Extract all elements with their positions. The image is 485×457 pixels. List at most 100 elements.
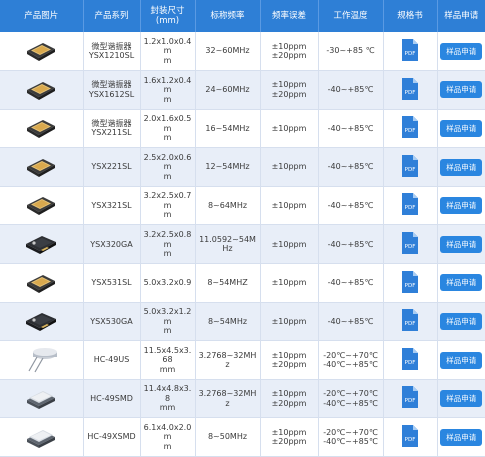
datasheet-cell: PDF [383, 32, 438, 72]
pdf-icon[interactable]: PDF [400, 231, 420, 255]
product-image-cell [0, 186, 84, 226]
datasheet-cell: PDF [383, 379, 438, 419]
nominal-frequency: 3.2768~32MH z [195, 340, 261, 380]
table-row: YSX221SL 2.5x2.0x0.6m m 12~54MHz ±10ppm -40~… [0, 147, 485, 187]
operating-temperature: -40~+85℃ [318, 147, 384, 187]
pdf-icon[interactable]: PDF [400, 115, 420, 139]
product-image[interactable] [21, 382, 61, 412]
product-image[interactable] [21, 228, 61, 258]
frequency-tolerance-value: ±10ppm [271, 239, 307, 249]
product-image[interactable] [21, 305, 61, 335]
product-series: YSX320GA [83, 224, 141, 265]
sample-request-cell: 样品申请 [437, 379, 485, 419]
header-frequency: 标称频率 [195, 0, 261, 32]
product-image[interactable] [21, 35, 61, 65]
sample-request-cell: 样品申请 [437, 302, 485, 342]
operating-temperature-value: -40~+85℃ [327, 278, 374, 288]
operating-temperature-value: -40℃~+85℃ [323, 398, 378, 408]
sample-request-button[interactable]: 样品申请 [440, 351, 483, 369]
pdf-icon[interactable]: PDF [400, 38, 420, 62]
frequency-tolerance: ±10ppm [260, 147, 319, 187]
pdf-icon[interactable]: PDF [400, 77, 420, 101]
frequency-tolerance-value: ±10ppm [271, 123, 307, 133]
pdf-icon[interactable]: PDF [400, 192, 420, 216]
sample-request-cell: 样品申请 [437, 417, 485, 457]
sample-request-button[interactable]: 样品申请 [440, 81, 483, 99]
table-row: HC-49SMD 11.4x4.8x3.8 mm 3.2768~32MH z ±10p… [0, 379, 485, 419]
product-image[interactable] [21, 151, 61, 181]
package-size: 5.0x3.2x1.2m m [140, 302, 196, 342]
nominal-frequency: 8~64MHz [195, 186, 261, 226]
datasheet-cell: PDF [383, 147, 438, 187]
package-size: 3.2x2.5x0.7m m [140, 186, 196, 226]
package-size: 6.1x4.0x2.0m m [140, 417, 196, 457]
sample-request-button[interactable]: 样品申请 [440, 274, 483, 292]
pdf-icon[interactable]: PDF [400, 270, 420, 294]
package-size: 1.2x1.0x0.4m m [140, 32, 196, 72]
sample-request-button[interactable]: 样品申请 [440, 42, 483, 60]
product-image[interactable] [21, 344, 61, 374]
frequency-tolerance-value: ±10ppm [271, 162, 307, 172]
operating-temperature: -20℃~+70℃ -40℃~+85℃ [318, 379, 384, 419]
pdf-icon[interactable]: PDF [400, 347, 420, 371]
product-image-cell [0, 32, 84, 72]
sample-request-button[interactable]: 样品申请 [440, 312, 483, 330]
frequency-tolerance-value: ±10ppm [271, 427, 307, 437]
product-image[interactable] [21, 421, 61, 451]
operating-temperature: -40~+85℃ [318, 224, 384, 265]
product-image[interactable] [21, 112, 61, 142]
package-size: 2.0x1.6x0.5m m [140, 109, 196, 149]
sample-request-button[interactable]: 样品申请 [440, 390, 483, 408]
sample-request-cell: 样品申请 [437, 224, 485, 265]
table-row: YSX530GA 5.0x3.2x1.2m m 8~54MHz ±10ppm -40~+… [0, 302, 485, 342]
operating-temperature: -30~+85 ℃ [318, 32, 384, 72]
sample-request-cell: 样品申请 [437, 186, 485, 226]
product-image-cell [0, 379, 84, 419]
operating-temperature-value: -40~+85℃ [327, 200, 374, 210]
svg-text:PDF: PDF [405, 128, 416, 134]
frequency-tolerance: ±10ppm ±20ppm [260, 32, 319, 72]
sample-request-button[interactable]: 样品申请 [440, 158, 483, 176]
svg-text:PDF: PDF [405, 398, 416, 404]
svg-text:PDF: PDF [405, 321, 416, 327]
sample-request-button[interactable]: 样品申请 [440, 428, 483, 446]
frequency-tolerance: ±10ppm ±20ppm [260, 379, 319, 419]
pdf-icon[interactable]: PDF [400, 424, 420, 448]
header-image: 产品图片 [0, 0, 84, 32]
header-temperature: 工作温度 [318, 0, 384, 32]
operating-temperature-value: -40~+85℃ [327, 239, 374, 249]
product-image[interactable] [21, 74, 61, 104]
frequency-tolerance: ±10ppm ±20ppm [260, 417, 319, 457]
pdf-icon[interactable]: PDF [400, 308, 420, 332]
product-series: 微型谐振器 YSX1612SL [83, 70, 141, 110]
frequency-tolerance-value: ±10ppm [271, 350, 307, 360]
operating-temperature-value: -30~+85 ℃ [326, 46, 375, 56]
frequency-tolerance: ±10ppm [260, 109, 319, 149]
frequency-tolerance: ±10ppm ±20ppm [260, 70, 319, 110]
product-series: 微型谐振器 YSX1210SL [83, 32, 141, 72]
operating-temperature: -40~+85℃ [318, 263, 384, 303]
frequency-tolerance-value: ±10ppm [271, 200, 307, 210]
nominal-frequency: 11.0592~54M Hz [195, 224, 261, 265]
sample-request-cell: 样品申请 [437, 263, 485, 303]
frequency-tolerance: ±10ppm [260, 302, 319, 342]
datasheet-cell: PDF [383, 109, 438, 149]
table-row: 微型谐振器 YSX211SL 2.0x1.6x0.5m m 16~54MHz ±10p… [0, 109, 485, 149]
nominal-frequency: 8~50MHz [195, 417, 261, 457]
sample-request-button[interactable]: 样品申请 [440, 119, 483, 137]
frequency-tolerance-value: ±10ppm [271, 41, 307, 51]
pdf-icon[interactable]: PDF [400, 385, 420, 409]
table-row: YSX321SL 3.2x2.5x0.7m m 8~64MHz ±10ppm -40~+… [0, 186, 485, 226]
sample-request-button[interactable]: 样品申请 [440, 235, 483, 253]
product-series: YSX321SL [83, 186, 141, 226]
operating-temperature: -40~+85℃ [318, 70, 384, 110]
header-size: 封装尺寸 (mm) [140, 0, 196, 32]
operating-temperature-value: -20℃~+70℃ [323, 350, 378, 360]
pdf-icon[interactable]: PDF [400, 154, 420, 178]
product-image[interactable] [21, 189, 61, 219]
sample-request-button[interactable]: 样品申请 [440, 197, 483, 215]
svg-text:PDF: PDF [405, 205, 416, 211]
frequency-tolerance-value: ±10ppm [271, 389, 307, 399]
operating-temperature: -40~+85℃ [318, 302, 384, 342]
product-image[interactable] [21, 267, 61, 297]
